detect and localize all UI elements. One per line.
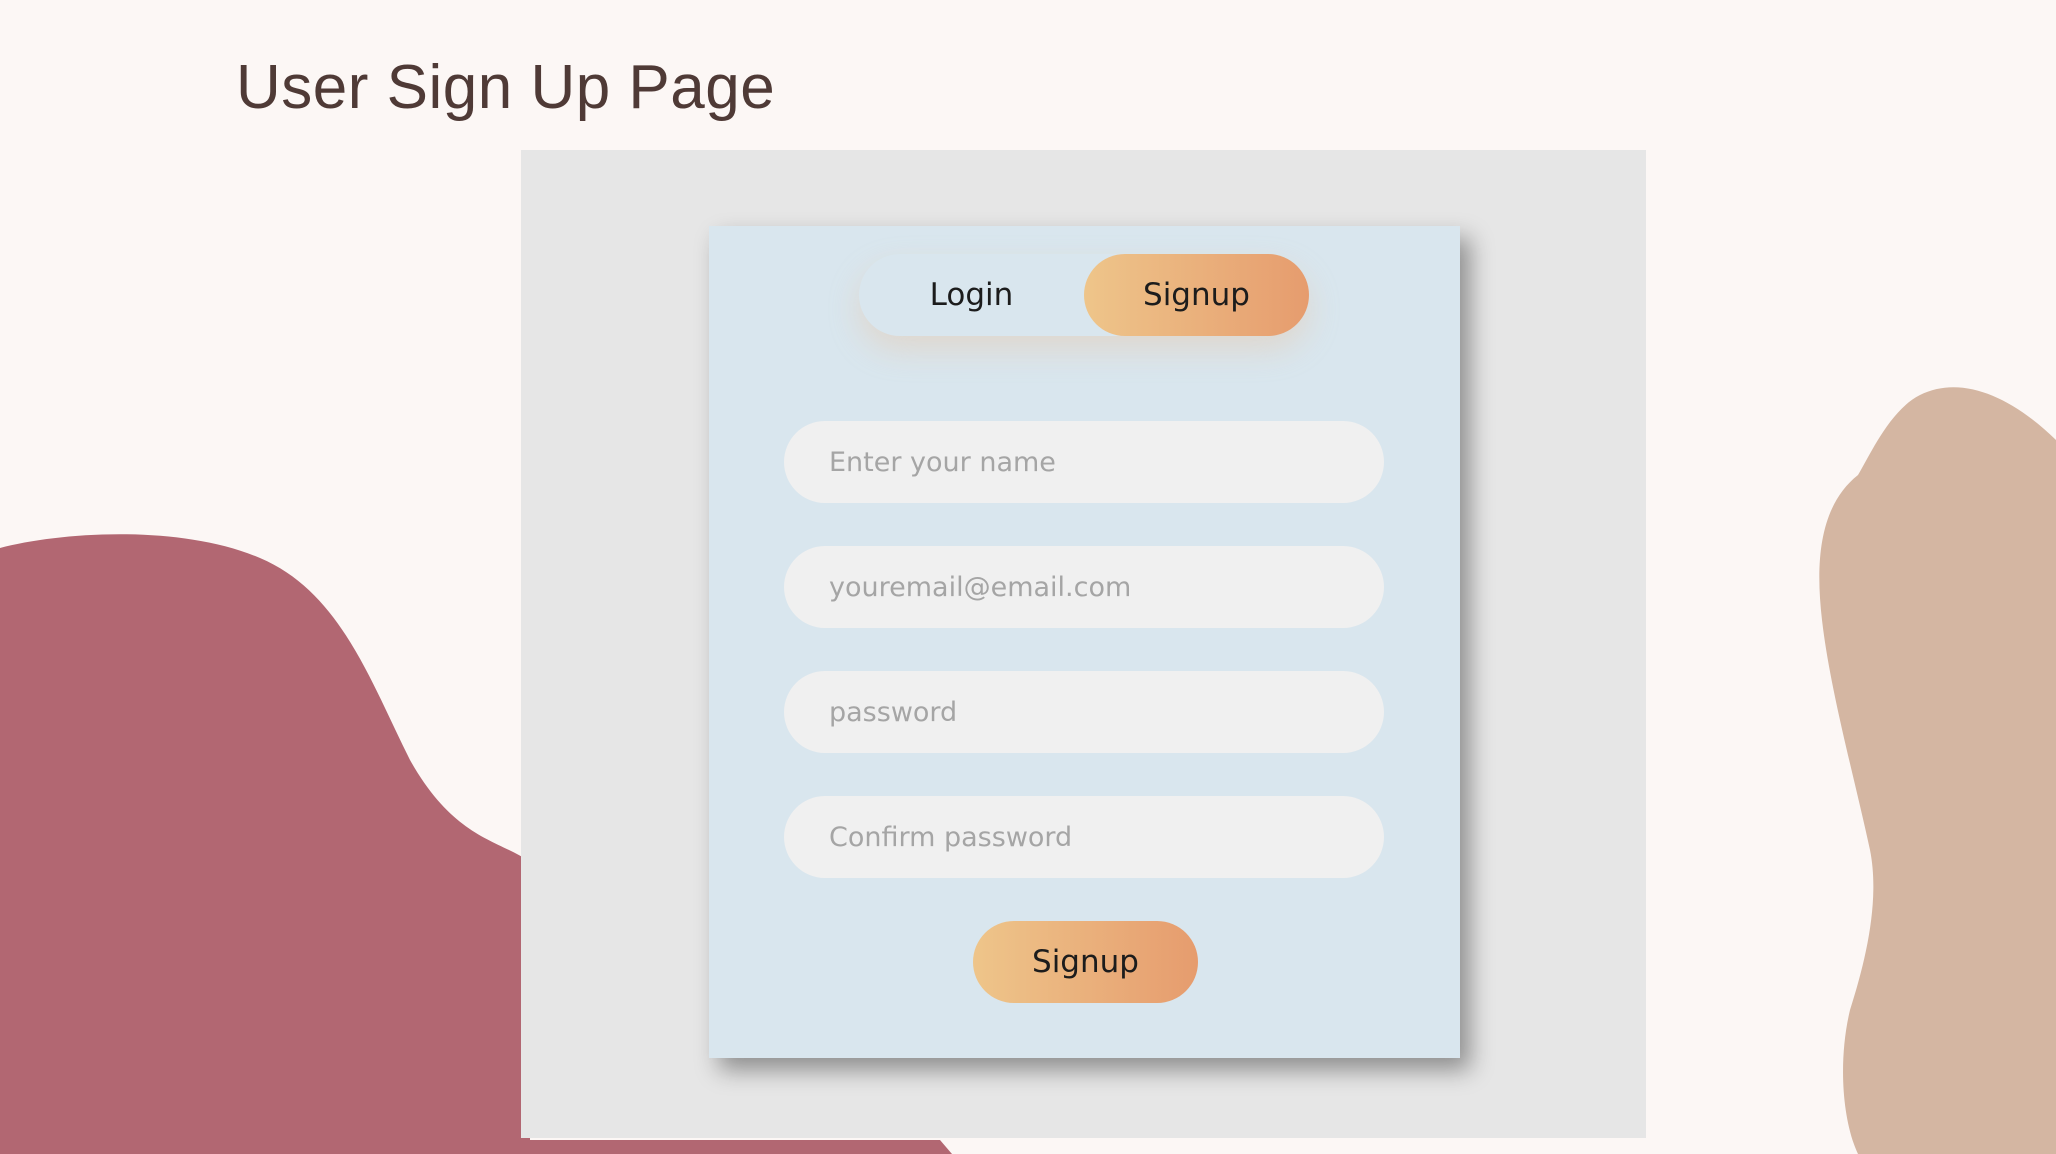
login-tab[interactable]: Login [859, 254, 1084, 336]
password-input[interactable] [784, 671, 1384, 753]
signup-tab[interactable]: Signup [1084, 254, 1309, 336]
email-input[interactable] [784, 546, 1384, 628]
name-input[interactable] [784, 421, 1384, 503]
confirm-password-input[interactable] [784, 796, 1384, 878]
signup-submit-button[interactable]: Signup [973, 921, 1198, 1003]
page-title: User Sign Up Page [236, 53, 776, 122]
signup-card: Login Signup Signup [709, 226, 1460, 1058]
login-signup-toggle: Login Signup [859, 254, 1309, 336]
right-blob-shape [1819, 387, 2056, 1154]
